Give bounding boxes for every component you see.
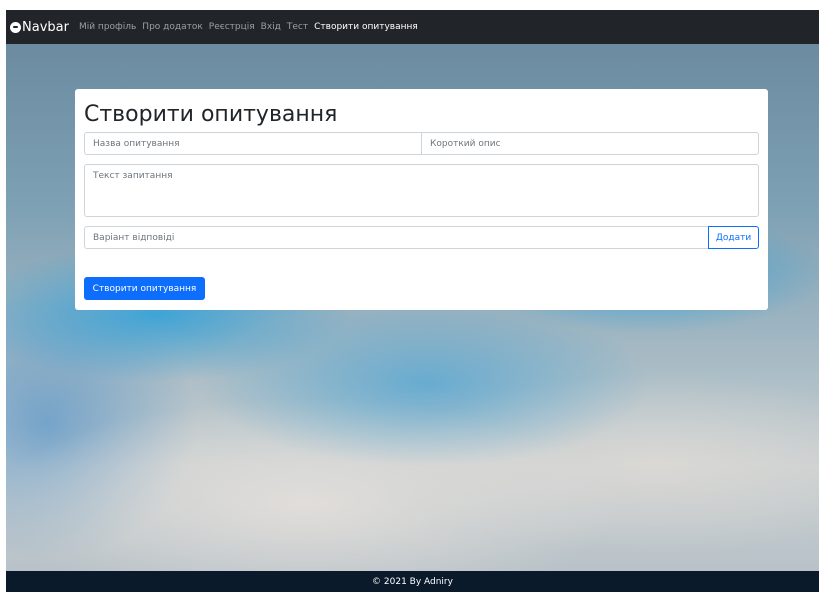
- footer-copyright: © 2021 By Adniry: [372, 576, 453, 587]
- nav-link-about[interactable]: Про додаток: [142, 22, 203, 32]
- brand-logo-icon: [10, 21, 21, 33]
- add-answer-button[interactable]: Додати: [708, 226, 759, 249]
- nav-link-login[interactable]: Вхід: [261, 22, 281, 32]
- navbar-brand[interactable]: Navbar: [10, 20, 69, 35]
- page-title: Створити опитування: [84, 102, 338, 127]
- nav-link-registration[interactable]: Реєстрція: [209, 22, 255, 32]
- app-frame: Navbar Мій профіль Про додаток Реєстрція…: [6, 10, 819, 592]
- survey-name-input[interactable]: [84, 132, 422, 155]
- footer: © 2021 By Adniry: [6, 571, 819, 592]
- create-survey-button[interactable]: Створити опитування: [84, 277, 205, 300]
- answer-option-input[interactable]: [84, 226, 709, 249]
- nav-link-test[interactable]: Тест: [287, 22, 308, 32]
- create-survey-card: Створити опитування Додати Створити опит…: [75, 89, 768, 310]
- brand-label: Navbar: [22, 19, 69, 35]
- short-description-input[interactable]: [421, 132, 759, 155]
- background-paint-image: Створити опитування Додати Створити опит…: [6, 44, 819, 571]
- navbar: Navbar Мій профіль Про додаток Реєстрція…: [6, 10, 819, 44]
- nav-link-create-survey[interactable]: Створити опитування: [314, 22, 418, 32]
- question-text-textarea[interactable]: [84, 164, 759, 217]
- nav-link-my-profile[interactable]: Мій профіль: [79, 22, 136, 32]
